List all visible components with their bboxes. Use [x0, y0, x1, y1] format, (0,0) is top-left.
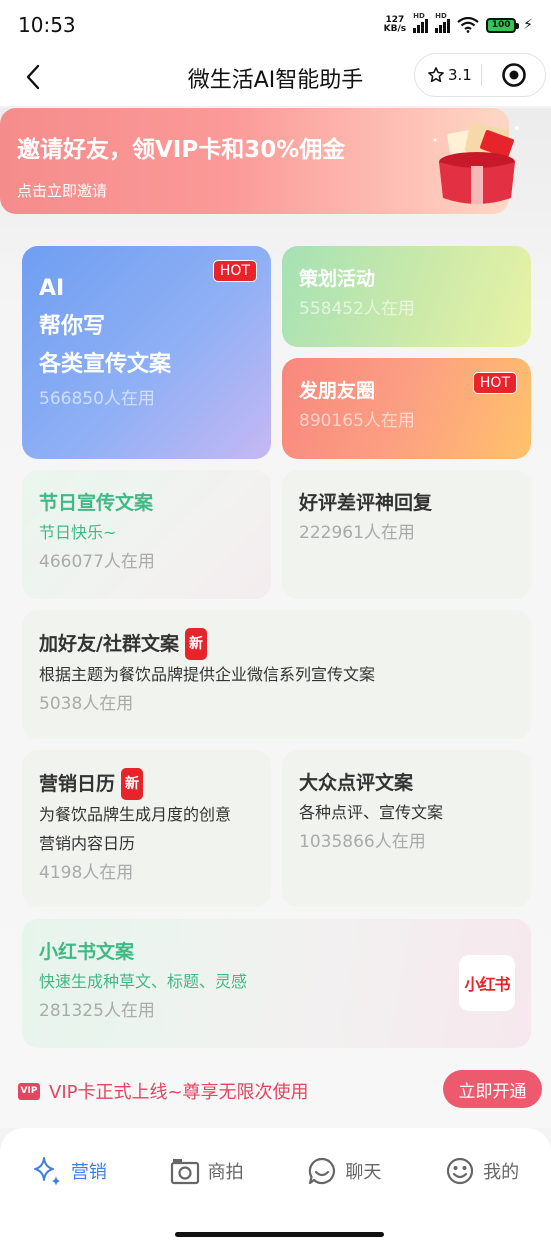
nav-bar: 微生活AI智能助手 3.1	[0, 50, 551, 106]
ai-card-users: 566850人在用	[39, 389, 155, 409]
new-badge: 新	[121, 768, 144, 800]
calendar-desc-line2: 营销内容日历	[39, 834, 136, 853]
tab-mine[interactable]: 我的	[413, 1156, 551, 1186]
camera-icon	[170, 1159, 199, 1185]
xiaohongshu-users: 281325人在用	[39, 1001, 155, 1021]
bottom-tab-bar: 营销 商拍 聊天 我的	[0, 1128, 551, 1222]
dianping-title: 大众点评文案	[299, 772, 414, 794]
status-bar: 10:53 127 KB/s HD HD 100 ⚡	[0, 0, 551, 50]
vip-promo-strip: VIP VIP卡正式上线~尊享无限次使用 立即开通	[18, 1068, 548, 1114]
signal-icon: HD	[413, 12, 429, 33]
tab-marketing[interactable]: 营销	[0, 1155, 138, 1187]
rating-button[interactable]: 3.1	[415, 66, 481, 84]
calendar-title: 营销日历	[39, 773, 116, 795]
banner-title: 邀请好友，领VIP卡和30%佣金	[17, 137, 346, 163]
tab-label: 聊天	[345, 1162, 382, 1183]
chat-icon	[309, 1157, 336, 1185]
net-speed-unit: KB/s	[383, 24, 407, 34]
main-content: 邀请好友，领VIP卡和30%佣金 点击立即邀请 AI 帮你写 各类宣传文案 56…	[0, 108, 551, 1128]
dianping-card[interactable]: 大众点评文案 各种点评、宣传文案 1035866人在用	[282, 750, 531, 907]
calendar-desc-line1: 为餐饮品牌生成月度的创意	[39, 805, 232, 824]
dianping-desc: 各种点评、宣传文案	[299, 803, 444, 822]
review-reply-users: 222961人在用	[299, 523, 415, 543]
invite-banner[interactable]: 邀请好友，领VIP卡和30%佣金 点击立即邀请	[0, 108, 519, 214]
moments-users: 890165人在用	[299, 411, 415, 431]
open-vip-button[interactable]: 立即开通	[443, 1070, 542, 1108]
add-friend-title: 加好友/社群文案	[39, 633, 179, 655]
miniprogram-capsule: 3.1	[414, 53, 546, 97]
plan-activity-card[interactable]: 策划活动 558452人在用	[282, 246, 531, 347]
vip-icon: VIP	[18, 1082, 40, 1100]
signal-icon: HD	[435, 12, 451, 33]
tab-label: 营销	[70, 1162, 107, 1183]
rating-value: 3.1	[448, 66, 472, 84]
sparkle-icon	[33, 1157, 60, 1186]
festival-users: 466077人在用	[39, 552, 155, 572]
moments-card[interactable]: 发朋友圈 890165人在用 HOT	[282, 358, 531, 459]
review-reply-title: 好评差评神回复	[299, 492, 433, 514]
tab-label: 商拍	[207, 1162, 244, 1183]
xiaohongshu-title: 小红书文案	[39, 941, 135, 963]
hot-badge: HOT	[212, 260, 257, 282]
home-indicator-area	[0, 1222, 551, 1245]
chevron-left-icon	[26, 64, 40, 90]
smile-icon	[447, 1157, 474, 1185]
status-time: 10:53	[18, 13, 76, 37]
festival-card[interactable]: 节日宣传文案 节日快乐~ 466077人在用	[22, 470, 271, 599]
review-reply-card[interactable]: 好评差评神回复 222961人在用	[282, 470, 531, 599]
ai-card-line2: 帮你写	[39, 314, 106, 339]
xiaohongshu-card[interactable]: 小红书文案 快速生成种草文、标题、灵感 281325人在用 小红书	[22, 919, 531, 1048]
tab-label: 我的	[483, 1162, 520, 1183]
plan-activity-title: 策划活动	[299, 268, 376, 290]
home-indicator[interactable]	[175, 1232, 384, 1237]
charging-icon: ⚡	[523, 17, 533, 33]
new-badge: 新	[184, 628, 207, 660]
calendar-users: 4198人在用	[39, 863, 134, 883]
festival-title: 节日宣传文案	[39, 492, 154, 514]
target-icon	[501, 63, 526, 87]
xiaohongshu-logo: 小红书	[459, 955, 515, 1011]
status-icons: 127 KB/s HD HD 100 ⚡	[384, 12, 533, 34]
xiaohongshu-desc: 快速生成种草文、标题、灵感	[39, 972, 248, 991]
dianping-users: 1035866人在用	[299, 832, 426, 852]
xiaohongshu-logo-text: 小红书	[464, 975, 510, 994]
star-icon	[428, 67, 444, 83]
banner-subtitle: 点击立即邀请	[17, 182, 108, 200]
tab-chat[interactable]: 聊天	[276, 1156, 414, 1186]
vip-promo-text: VIP卡正式上线~尊享无限次使用	[49, 1082, 309, 1103]
add-friend-title-row: 加好友/社群文案新	[39, 628, 514, 660]
calendar-title-row: 营销日历新	[39, 768, 254, 800]
wifi-icon	[457, 17, 479, 33]
close-miniprogram-button[interactable]	[482, 62, 545, 88]
festival-desc: 节日快乐~	[39, 523, 117, 542]
battery-icon: 100	[486, 17, 520, 33]
gift-box-icon	[433, 122, 519, 204]
add-friend-users: 5038人在用	[39, 694, 134, 714]
ai-card-line3: 各类宣传文案	[39, 352, 172, 377]
ai-write-card[interactable]: AI 帮你写 各类宣传文案 566850人在用 HOT	[22, 246, 271, 459]
network-speed: 127 KB/s	[384, 16, 406, 34]
add-friend-desc: 根据主题为餐饮品牌提供企业微信系列宣传文案	[39, 665, 376, 684]
page-title: 微生活AI智能助手	[187, 68, 364, 93]
plan-activity-users: 558452人在用	[299, 299, 415, 319]
hot-badge: HOT	[472, 372, 517, 394]
marketing-calendar-card[interactable]: 营销日历新 为餐饮品牌生成月度的创意 营销内容日历 4198人在用	[22, 750, 271, 907]
tab-photo[interactable]: 商拍	[138, 1156, 276, 1186]
add-friend-card[interactable]: 加好友/社群文案新 根据主题为餐饮品牌提供企业微信系列宣传文案 5038人在用	[22, 610, 531, 739]
back-button[interactable]	[18, 60, 48, 94]
